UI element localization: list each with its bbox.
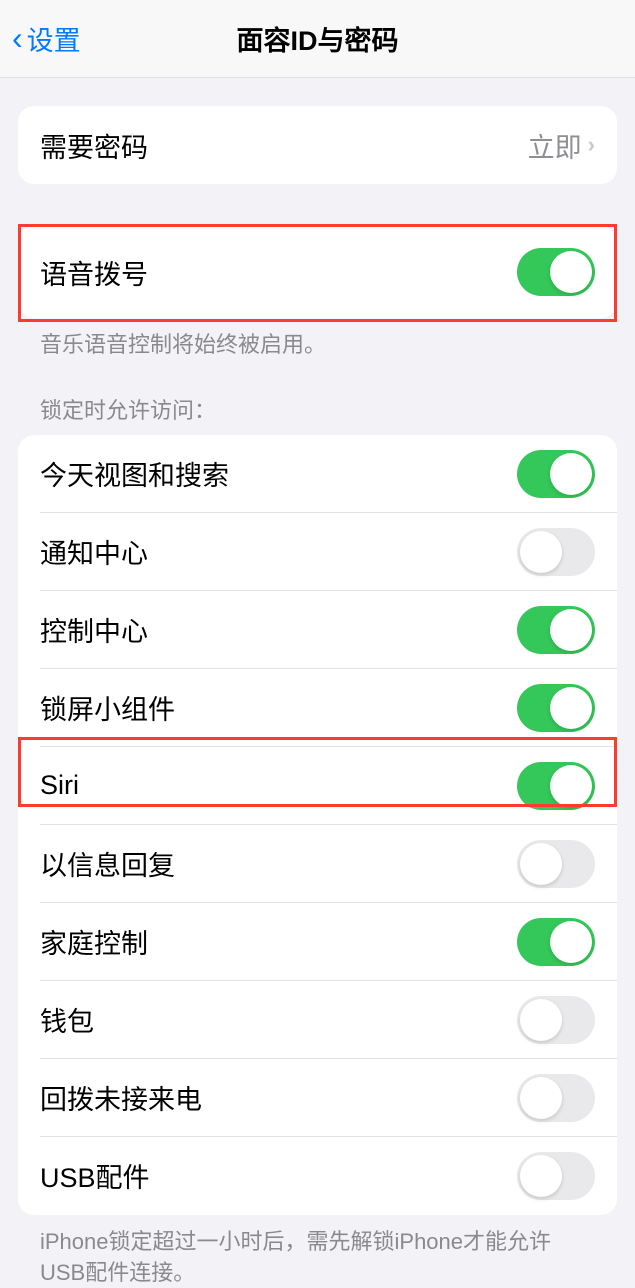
control-center-label: 控制中心 bbox=[40, 610, 517, 649]
chevron-right-icon: › bbox=[588, 132, 595, 158]
voice-dial-label: 语音拨号 bbox=[40, 253, 517, 292]
lock-widgets-toggle[interactable] bbox=[517, 684, 595, 732]
lock-access-header: 锁定时允许访问： bbox=[18, 393, 617, 435]
today-view-row: 今天视图和搜索 bbox=[18, 435, 617, 513]
today-view-label: 今天视图和搜索 bbox=[40, 454, 517, 493]
callback-missed-label: 回拨未接来电 bbox=[40, 1078, 517, 1117]
home-control-label: 家庭控制 bbox=[40, 922, 517, 961]
control-center-row: 控制中心 bbox=[18, 591, 617, 669]
siri-label: Siri bbox=[40, 770, 517, 801]
usb-accessories-row: USB配件 bbox=[18, 1137, 617, 1215]
lock-widgets-row: 锁屏小组件 bbox=[18, 669, 617, 747]
back-button-label: 设置 bbox=[27, 19, 81, 58]
lock-access-footer: iPhone锁定超过一小时后，需先解锁iPhone才能允许USB配件连接。 bbox=[18, 1215, 617, 1288]
voice-dial-row: 语音拨号 bbox=[18, 226, 617, 318]
lock-access-list: 今天视图和搜索通知中心控制中心锁屏小组件 Siri 以信息回复家庭控制钱包回拨未接来… bbox=[18, 435, 617, 1215]
reply-message-label: 以信息回复 bbox=[40, 844, 517, 883]
wallet-label: 钱包 bbox=[40, 1000, 517, 1039]
notification-center-label: 通知中心 bbox=[40, 532, 517, 571]
control-center-toggle[interactable] bbox=[517, 606, 595, 654]
wallet-row: 钱包 bbox=[18, 981, 617, 1059]
notification-center-row: 通知中心 bbox=[18, 513, 617, 591]
navigation-bar: ‹ 设置 面容ID与密码 bbox=[0, 0, 635, 78]
require-passcode-row[interactable]: 需要密码 立即 › bbox=[18, 106, 617, 184]
siri-row: Siri bbox=[18, 747, 617, 825]
usb-accessories-label: USB配件 bbox=[40, 1156, 517, 1195]
home-control-row: 家庭控制 bbox=[18, 903, 617, 981]
notification-center-toggle[interactable] bbox=[517, 528, 595, 576]
usb-accessories-toggle[interactable] bbox=[517, 1152, 595, 1200]
page-title: 面容ID与密码 bbox=[237, 19, 399, 58]
home-control-toggle[interactable] bbox=[517, 918, 595, 966]
voice-dial-toggle[interactable] bbox=[517, 248, 595, 296]
reply-message-row: 以信息回复 bbox=[18, 825, 617, 903]
require-passcode-label: 需要密码 bbox=[40, 126, 528, 165]
siri-toggle[interactable] bbox=[517, 762, 595, 810]
callback-missed-row: 回拨未接来电 bbox=[18, 1059, 617, 1137]
back-button[interactable]: ‹ 设置 bbox=[12, 19, 81, 58]
chevron-left-icon: ‹ bbox=[12, 20, 23, 57]
voice-dial-footer: 音乐语音控制将始终被启用。 bbox=[18, 318, 617, 361]
reply-message-toggle[interactable] bbox=[517, 840, 595, 888]
lock-widgets-label: 锁屏小组件 bbox=[40, 688, 517, 727]
callback-missed-toggle[interactable] bbox=[517, 1074, 595, 1122]
require-passcode-value: 立即 bbox=[528, 126, 582, 165]
today-view-toggle[interactable] bbox=[517, 450, 595, 498]
wallet-toggle[interactable] bbox=[517, 996, 595, 1044]
